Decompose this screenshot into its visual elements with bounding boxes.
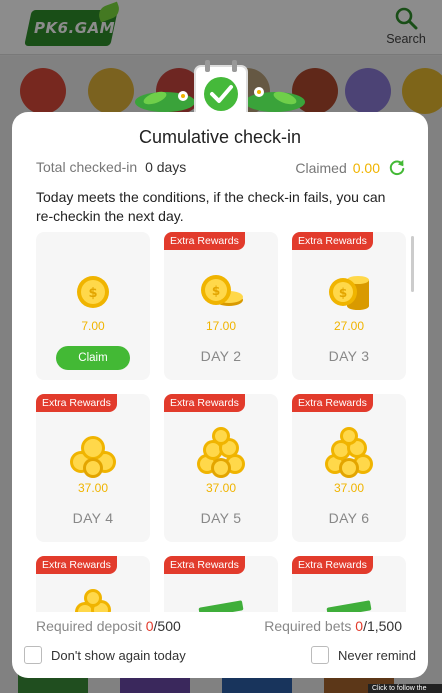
modal-title: Cumulative check-in bbox=[138, 127, 302, 147]
svg-text:$: $ bbox=[339, 286, 347, 300]
extra-rewards-badge: Extra Rewards bbox=[292, 232, 373, 250]
dont-show-today-label[interactable]: Don't show again today bbox=[51, 648, 186, 663]
coin-pile-icon bbox=[325, 427, 373, 478]
coin-pile-icon bbox=[197, 427, 245, 478]
required-deposit-current: 0 bbox=[145, 618, 154, 634]
follow-tooltip[interactable]: Click to follow the bbox=[368, 684, 442, 693]
day-label: DAY 5 bbox=[200, 510, 242, 526]
extra-rewards-badge: Extra Rewards bbox=[164, 394, 245, 412]
day-card-2: Extra Rewards $ 17.00 DAY 2 bbox=[164, 232, 278, 380]
coin-pile-icon bbox=[75, 589, 111, 612]
refresh-icon[interactable] bbox=[388, 159, 406, 177]
claimed-amount: Claimed 0.00 bbox=[295, 159, 406, 177]
day-label: DAY 3 bbox=[328, 348, 370, 364]
total-checked-in-value: 0 days bbox=[145, 159, 187, 175]
claimed-label: Claimed bbox=[295, 160, 347, 176]
day-card-3: Extra Rewards $ 27.00 DAY 3 bbox=[292, 232, 406, 380]
requirements-row: Required deposit 0/500 Required bets 0/1… bbox=[36, 618, 402, 638]
day-amount: 27.00 bbox=[333, 319, 365, 333]
never-remind-option[interactable]: Never remind bbox=[310, 646, 416, 664]
required-bets: Required bets 0/1,500 bbox=[264, 618, 402, 634]
extra-rewards-badge: Extra Rewards bbox=[292, 394, 373, 412]
reward-grid-scrollbar[interactable] bbox=[411, 236, 414, 292]
extra-rewards-badge: Extra Rewards bbox=[292, 556, 373, 574]
day-label: DAY 2 bbox=[200, 348, 242, 364]
day-card-9: Extra Rewards bbox=[292, 556, 406, 612]
day-card-5: Extra Rewards 37.00 DAY 5 bbox=[164, 394, 278, 542]
day-amount: 37.00 bbox=[333, 481, 365, 495]
day-card-1: $ 7.00 Claim bbox=[36, 232, 150, 380]
required-deposit-label: Required deposit bbox=[36, 618, 142, 634]
cash-stack-icon bbox=[326, 600, 372, 612]
coin-pile-icon bbox=[70, 436, 116, 478]
never-remind-checkbox[interactable] bbox=[310, 646, 329, 664]
claimed-value: 0.00 bbox=[352, 160, 380, 176]
day-amount: 37.00 bbox=[77, 481, 109, 495]
required-deposit: Required deposit 0/500 bbox=[36, 618, 181, 634]
extra-rewards-badge: Extra Rewards bbox=[36, 556, 117, 574]
required-deposit-total: /500 bbox=[153, 618, 181, 634]
svg-text:$: $ bbox=[88, 286, 97, 301]
required-bets-total: /1,500 bbox=[363, 618, 402, 634]
checkin-notice: Today meets the conditions, if the check… bbox=[36, 189, 386, 224]
day-amount: 17.00 bbox=[205, 319, 237, 333]
required-bets-label: Required bets bbox=[264, 618, 352, 634]
total-checked-in: Total checked-in 0 days bbox=[36, 159, 186, 175]
checkin-modal: Cumulative check-in Total checked-in 0 d… bbox=[12, 112, 428, 678]
day-card-4: Extra Rewards 37.00 DAY 4 bbox=[36, 394, 150, 542]
day-label: DAY 4 bbox=[72, 510, 114, 526]
extra-rewards-badge: Extra Rewards bbox=[164, 232, 245, 250]
extra-rewards-badge: Extra Rewards bbox=[36, 394, 117, 412]
svg-text:$: $ bbox=[212, 284, 220, 298]
day-card-7: Extra Rewards bbox=[36, 556, 150, 612]
day-label: DAY 6 bbox=[328, 510, 370, 526]
day-amount: 37.00 bbox=[205, 481, 237, 495]
extra-rewards-badge: Extra Rewards bbox=[164, 556, 245, 574]
claim-button[interactable]: Claim bbox=[56, 346, 130, 370]
single-coin-icon: $ bbox=[77, 276, 109, 308]
reward-grid: $ 7.00 Claim Extra Rewards $ 17.00 DAY 2… bbox=[36, 232, 412, 612]
never-remind-label[interactable]: Never remind bbox=[338, 648, 416, 663]
cash-stack-icon bbox=[198, 600, 244, 612]
dont-show-today-checkbox[interactable] bbox=[24, 646, 42, 664]
day-card-8: Extra Rewards bbox=[164, 556, 278, 612]
coin-stack-icon: $ bbox=[329, 276, 369, 310]
dont-show-today-option[interactable]: Don't show again today bbox=[24, 646, 186, 664]
day-amount: 7.00 bbox=[81, 319, 105, 333]
checkin-stats: Total checked-in 0 days Claimed 0.00 bbox=[36, 159, 406, 179]
total-checked-in-label: Total checked-in bbox=[36, 159, 138, 175]
options-row: Don't show again today Never remind bbox=[24, 646, 416, 668]
checkin-calendar-icon bbox=[135, 60, 305, 118]
required-bets-current: 0 bbox=[355, 618, 364, 634]
coin-pair-icon: $ bbox=[201, 275, 243, 306]
day-card-6: Extra Rewards 37.00 DAY 6 bbox=[292, 394, 406, 542]
